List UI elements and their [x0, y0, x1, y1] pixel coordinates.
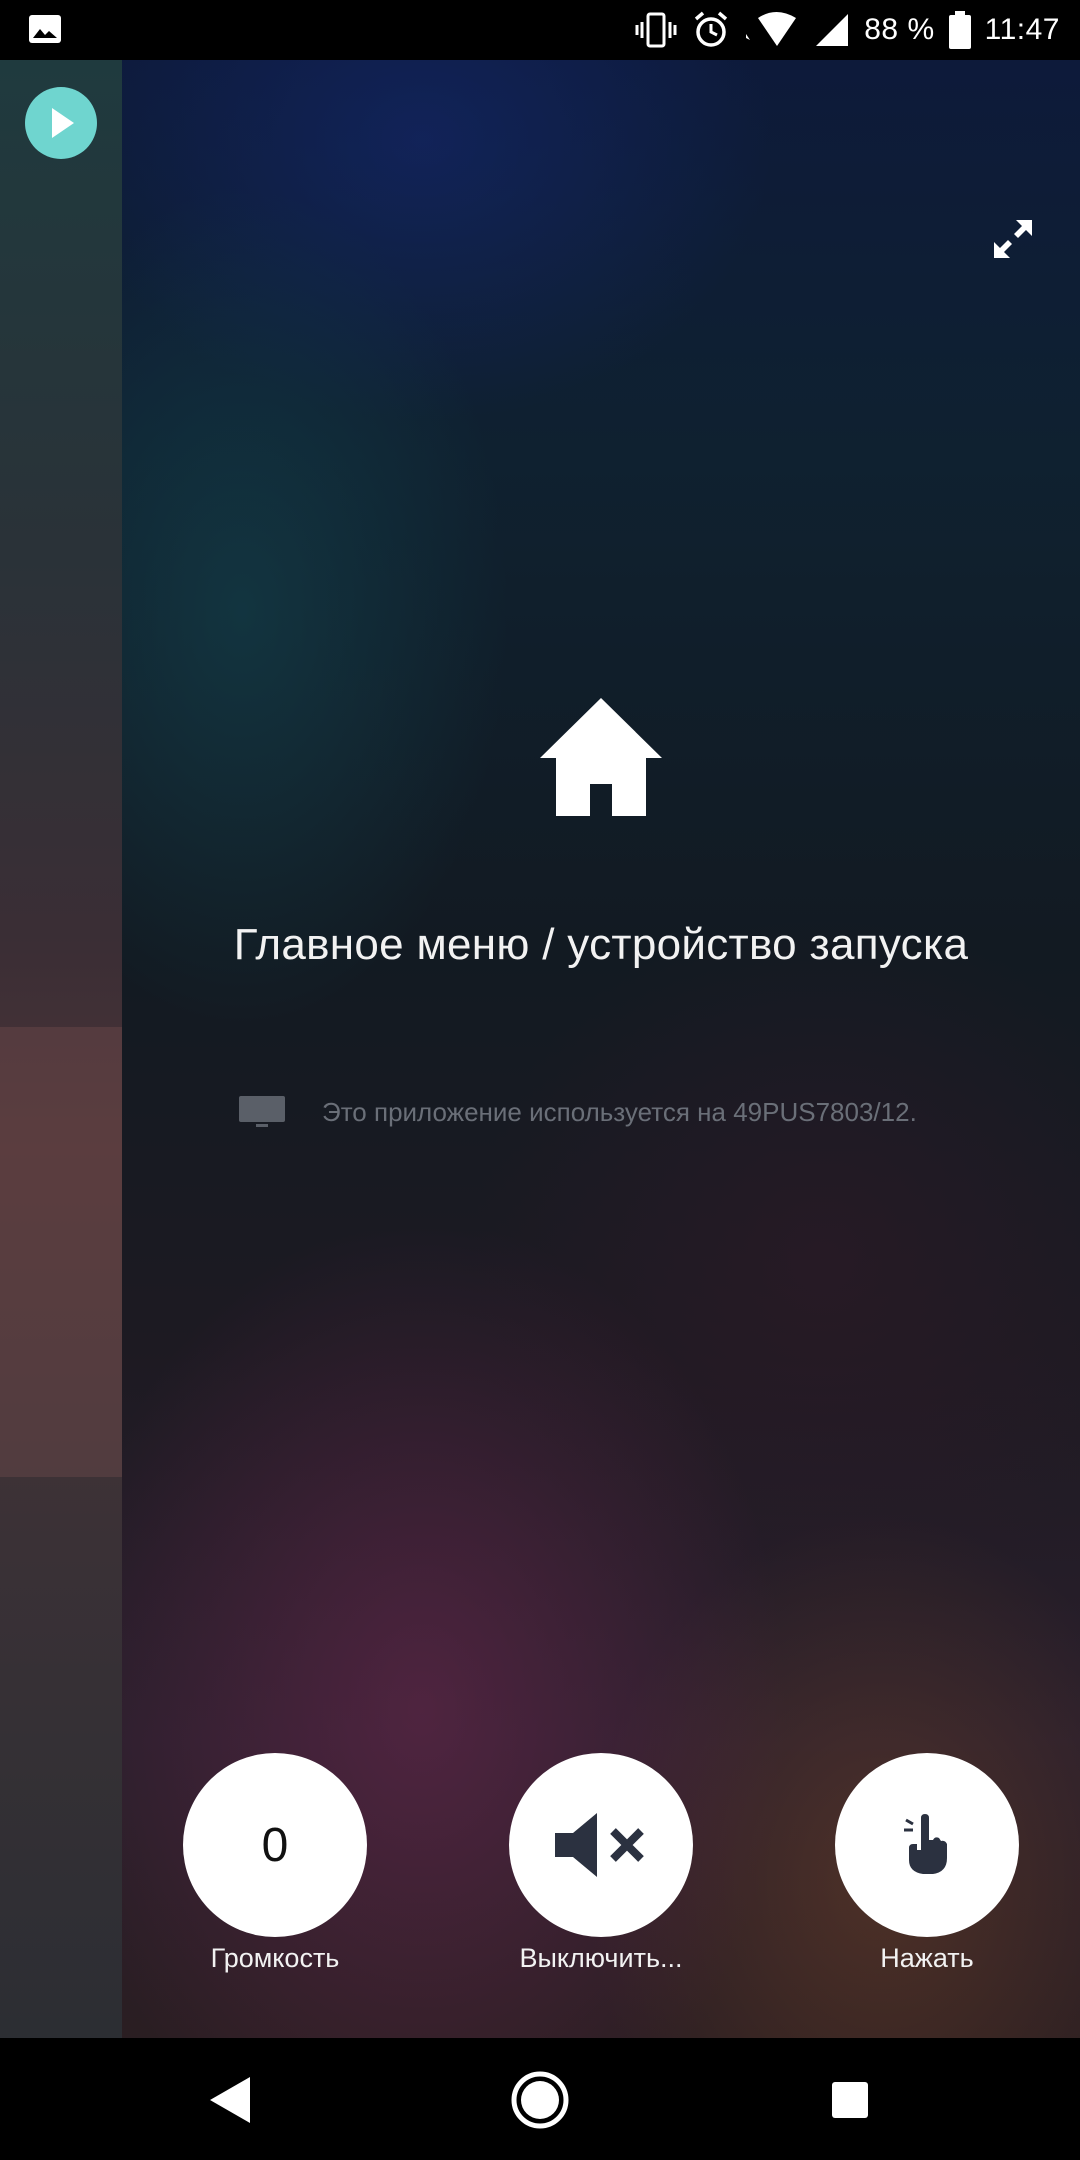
- battery-percent: 88 %: [864, 13, 935, 46]
- home-nav-icon[interactable]: [510, 2070, 570, 2130]
- tv-icon: [239, 1096, 285, 1127]
- mute-icon: [555, 1813, 644, 1877]
- volume-value: 0: [261, 1818, 289, 1872]
- press-label: Нажать: [880, 1943, 974, 1973]
- volume-button[interactable]: 0: [183, 1753, 367, 1937]
- device-note-text: Это приложение используется на 49PUS7803…: [322, 1096, 917, 1127]
- vibrate-icon: [635, 12, 677, 48]
- image-icon: [29, 15, 61, 43]
- status-bar: 88 % 11:47: [0, 0, 1080, 60]
- mute-button[interactable]: [509, 1753, 693, 1937]
- press-button[interactable]: [835, 1753, 1019, 1937]
- battery-icon: [948, 11, 971, 49]
- alarm-icon: [695, 11, 728, 47]
- page-title: Главное меню / устройство запуска: [233, 920, 969, 969]
- finger-press-icon: [904, 1814, 947, 1874]
- touchpad-area[interactable]: [122, 60, 1080, 2038]
- device-note: Это приложение используется на 49PUS7803…: [238, 1095, 917, 1129]
- volume-label: Громкость: [210, 1943, 340, 1973]
- remote-control-area: Главное меню / устройство запуска Это пр…: [0, 60, 1080, 2038]
- wifi-icon: [744, 12, 797, 46]
- signal-icon: [816, 14, 849, 46]
- mute-control: Выключить...: [509, 1753, 693, 1974]
- back-icon[interactable]: [208, 2075, 252, 2125]
- expand-icon[interactable]: [992, 218, 1034, 260]
- recent-apps-icon[interactable]: [830, 2080, 870, 2120]
- side-drawer-peek[interactable]: [0, 60, 122, 2038]
- play-button[interactable]: [25, 87, 97, 159]
- home-icon: [540, 698, 662, 816]
- press-control: Нажать: [835, 1753, 1019, 1974]
- volume-control: 0 Громкость: [183, 1753, 367, 1974]
- clock: 11:47: [984, 13, 1060, 46]
- navigation-bar: [0, 2038, 1080, 2160]
- play-icon: [52, 108, 74, 138]
- mute-label: Выключить...: [519, 1943, 683, 1973]
- side-panel-highlight: [0, 1027, 122, 1477]
- screen: 88 % 11:47 Главное меню / устройство зап…: [0, 0, 1080, 2160]
